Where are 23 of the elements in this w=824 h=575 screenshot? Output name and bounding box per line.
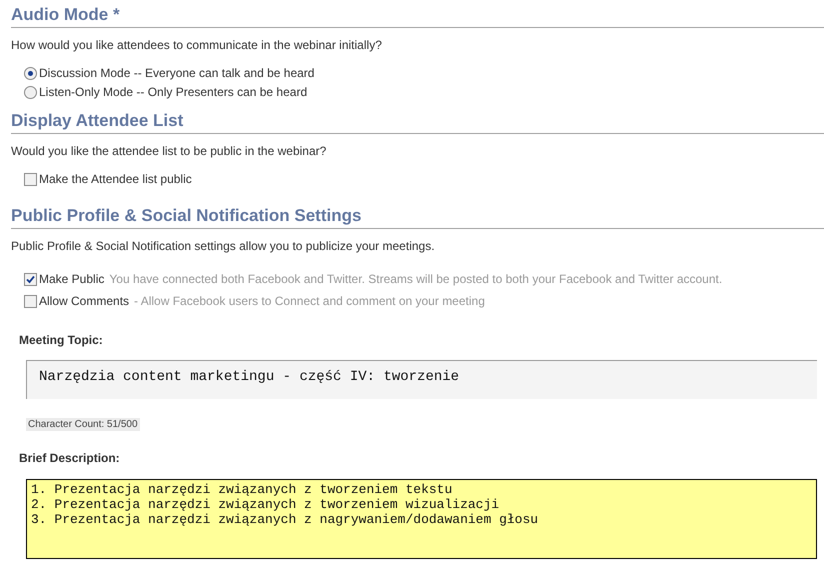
- section-heading: Display Attendee List: [11, 110, 184, 132]
- checkbox[interactable]: [24, 173, 37, 186]
- section-heading: Audio Mode *: [11, 4, 121, 26]
- option-label: Allow Comments: [39, 294, 130, 309]
- option-label: Listen-Only Mode -- Only Presenters can be heard: [39, 85, 308, 100]
- option-note: - Allow Facebook users to Connect and comment on your meeting: [134, 294, 485, 309]
- radio-button[interactable]: [24, 67, 37, 80]
- description-field[interactable]: 1. Prezentacja narzędzi związanych z tworzeniem tekstu 2. Prezentacja narzędzi związanych z tworzeniem wizualizacji 3. Prezentacja narzędzi związanych z nagrywaniem/dodawaniem głosu: [26, 479, 817, 559]
- option-label: Make the Attendee list public: [39, 172, 192, 187]
- meeting-topic-field[interactable]: Narzędzia content marketingu - część IV: tworzenie: [26, 360, 817, 399]
- option-label: Make Public: [39, 272, 104, 287]
- section-heading: Public Profile & Social Notification Settings: [11, 205, 362, 227]
- checkbox[interactable]: [24, 273, 37, 286]
- section-description: How would you like attendees to communicate in the webinar initially?: [11, 38, 383, 53]
- field-label: Brief Description:: [19, 451, 120, 466]
- option-note: You have connected both Facebook and Twitter. Streams will be posted to both your Facebook and Twitter account.: [109, 272, 722, 287]
- option-label: Discussion Mode -- Everyone can talk and be heard: [39, 66, 314, 81]
- section-description: Would you like the attendee list to be public in the webinar?: [11, 144, 328, 159]
- character-count: Character Count: 51/500: [26, 418, 140, 431]
- radio-button[interactable]: [24, 86, 37, 99]
- checkbox[interactable]: [24, 295, 37, 308]
- section-description: Public Profile & Social Notification settings allow you to publicize your meetings.: [11, 239, 436, 254]
- field-label: Meeting Topic:: [19, 333, 103, 348]
